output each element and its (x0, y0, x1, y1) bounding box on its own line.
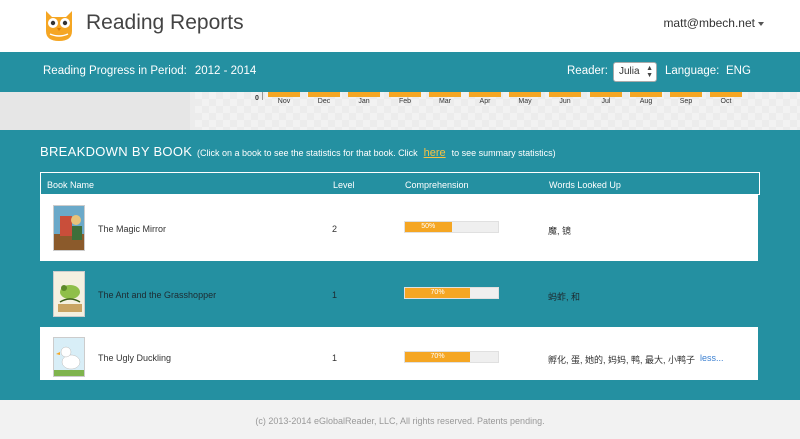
chart-bar-nov (268, 92, 300, 97)
caret-down-icon (758, 21, 764, 26)
chart-bar-sep (670, 92, 702, 97)
chart-bar-feb (389, 92, 421, 97)
chart-bar-may (509, 92, 541, 97)
column-header-words: Words Looked Up (549, 180, 621, 190)
comprehension-fill: 70% (405, 352, 471, 362)
user-menu[interactable]: matt@mbech.net (663, 16, 764, 30)
words-looked-up: 孵化, 蛋, 她的, 妈妈, 鸭, 最大, 小鸭子 (548, 355, 696, 365)
chart-bar-jul (590, 92, 622, 97)
less-link[interactable]: less... (700, 353, 724, 363)
book-cover-image (53, 337, 85, 377)
comprehension-bar: 50% (404, 221, 499, 233)
app-title: Reading Reports (86, 11, 244, 34)
summary-link[interactable]: here (424, 147, 446, 159)
table-row[interactable]: The Magic Mirror 2 50% 魔, 镜 (40, 195, 758, 263)
footer-copyright: (c) 2013-2014 eGlobalReader, LLC, All ri… (255, 416, 545, 426)
comprehension-bar: 70% (404, 351, 499, 363)
book-name: The Ant and the Grasshopper (98, 290, 217, 300)
book-name: The Magic Mirror (98, 224, 167, 234)
language-value: ENG (726, 65, 751, 77)
chart-x-tick-may: May (518, 98, 532, 105)
comprehension-bar: 70% (404, 287, 499, 299)
column-header-book-name: Book Name (47, 180, 95, 190)
table-row[interactable]: The Ugly Duckling 1 70% 孵化, 蛋, 她的, 妈妈, 鸭… (40, 327, 758, 380)
reader-select-value: Julia (619, 66, 640, 77)
book-cover-image (53, 205, 85, 251)
chart-bar-jun (549, 92, 581, 97)
chart-bar-apr (469, 92, 501, 97)
chart-x-tick-mar: Mar (438, 98, 452, 105)
book-level: 1 (332, 290, 338, 300)
table-header: Book Name Level Comprehension Words Look… (40, 172, 760, 195)
column-header-comprehension: Comprehension (405, 180, 469, 190)
y-axis-line (262, 92, 263, 100)
chart-x-tick-sep: Sep (679, 98, 693, 105)
period-range: 2012 - 2014 (194, 65, 257, 77)
y-axis-tick-zero: 0 (255, 95, 259, 102)
comprehension-fill: 70% (405, 288, 471, 298)
breakdown-hint: (Click on a book to see the statistics f… (197, 147, 556, 159)
chart-left-panel (0, 92, 190, 130)
hint-before: (Click on a book to see the statistics f… (197, 148, 418, 158)
chart-x-tick-nov: Nov (277, 98, 291, 105)
chart-x-tick-feb: Feb (398, 98, 412, 105)
top-header: Reading Reports matt@mbech.net (0, 0, 800, 52)
book-name: The Ugly Duckling (98, 353, 172, 363)
reader-select[interactable]: Julia ▲ ▼ (613, 62, 657, 82)
chart-x-tick-jan: Jan (358, 98, 370, 105)
owl-logo-icon (46, 11, 72, 41)
footer: (c) 2013-2014 eGlobalReader, LLC, All ri… (0, 400, 800, 439)
words-looked-up: 魔, 镜 (548, 226, 572, 236)
book-level: 2 (332, 224, 338, 234)
column-header-level: Level (333, 180, 355, 190)
language-label: Language: (665, 65, 720, 77)
book-level: 1 (332, 353, 338, 363)
words-looked-up: 蚂蚱, 和 (548, 292, 581, 302)
reader-label: Reader: (567, 65, 608, 77)
select-arrows-icon: ▲ ▼ (646, 65, 653, 79)
chart-bar-dec (308, 92, 340, 97)
chart-bar-mar (429, 92, 461, 97)
period-summary: Reading Progress in Period: 2012 - 2014 (43, 65, 256, 77)
chart-x-tick-apr: Apr (479, 98, 491, 105)
book-cover-image (53, 271, 85, 317)
chart-bar-aug (630, 92, 662, 97)
chart-x-tick-dec: Dec (317, 98, 331, 105)
chart-bar-jan (348, 92, 380, 97)
table-row[interactable]: The Ant and the Grasshopper 1 70% 蚂蚱, 和 (40, 261, 758, 329)
chart-x-tick-aug: Aug (639, 98, 653, 105)
chart-x-tick-oct: Oct (720, 98, 732, 105)
period-label: Reading Progress in Period: (43, 65, 187, 77)
period-bar: Reading Progress in Period: 2012 - 2014 R… (0, 52, 800, 92)
breakdown-title: BREAKDOWN BY BOOK (40, 144, 193, 159)
hint-after: to see summary statistics) (451, 148, 556, 158)
user-email: matt@mbech.net (663, 16, 755, 30)
chart-x-tick-jul: Jul (601, 98, 611, 105)
chart-bar-oct (710, 92, 742, 97)
comprehension-fill: 50% (405, 222, 452, 232)
chart-x-tick-jun: Jun (559, 98, 571, 105)
